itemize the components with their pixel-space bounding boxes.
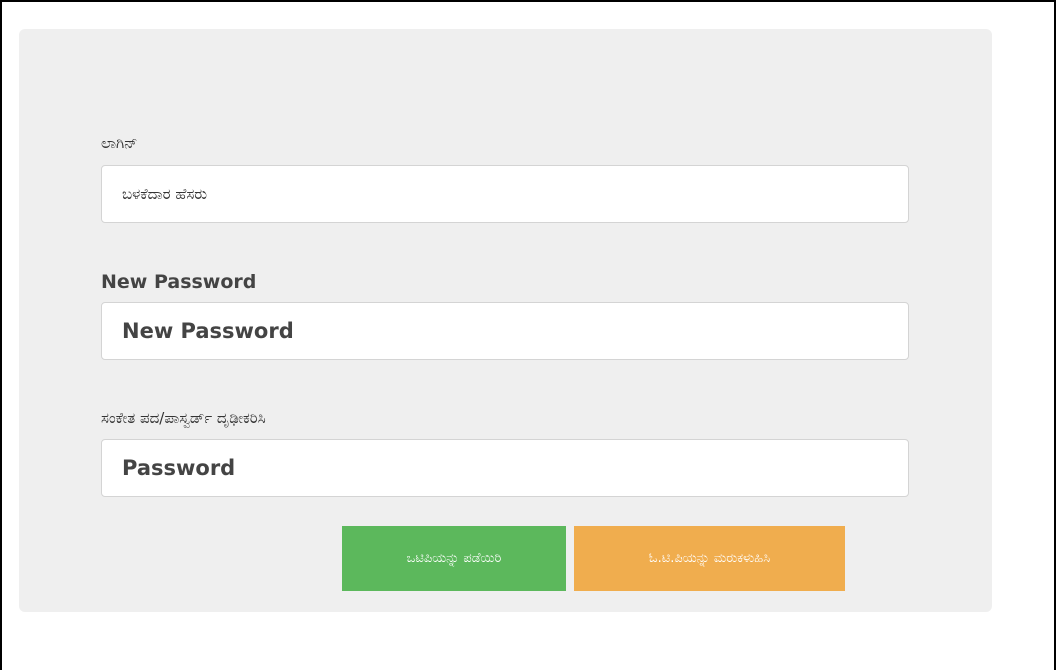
confirm-password-input[interactable]: Password — [101, 439, 909, 497]
login-label: ಲಾಗಿನ್ — [101, 134, 138, 152]
login-form-panel: ಲಾಗಿನ್ ಬಳಕೆದಾರ ಹೆಸರು New Password New Pa… — [19, 29, 992, 612]
resend-otp-button[interactable]: ಓ.ಟಿ.ಪಿಯನ್ನು ಮರುಕಳುಹಿಸಿ — [574, 526, 845, 591]
window-frame: ಲಾಗಿನ್ ಬಳಕೆದಾರ ಹೆಸರು New Password New Pa… — [0, 0, 1056, 670]
username-input[interactable]: ಬಳಕೆದಾರ ಹೆಸರು — [101, 165, 909, 223]
confirm-password-label: ಸಂಕೇತ ಪದ/ಪಾಸ್ವರ್ಡ್ ದೃಢೀಕರಿಸಿ — [101, 409, 266, 427]
new-password-label: New Password — [101, 271, 257, 293]
get-otp-button[interactable]: ಒಟಿಪಿಯನ್ನು ಪಡೆಯಿರಿ — [342, 526, 566, 591]
new-password-input[interactable]: New Password — [101, 302, 909, 360]
